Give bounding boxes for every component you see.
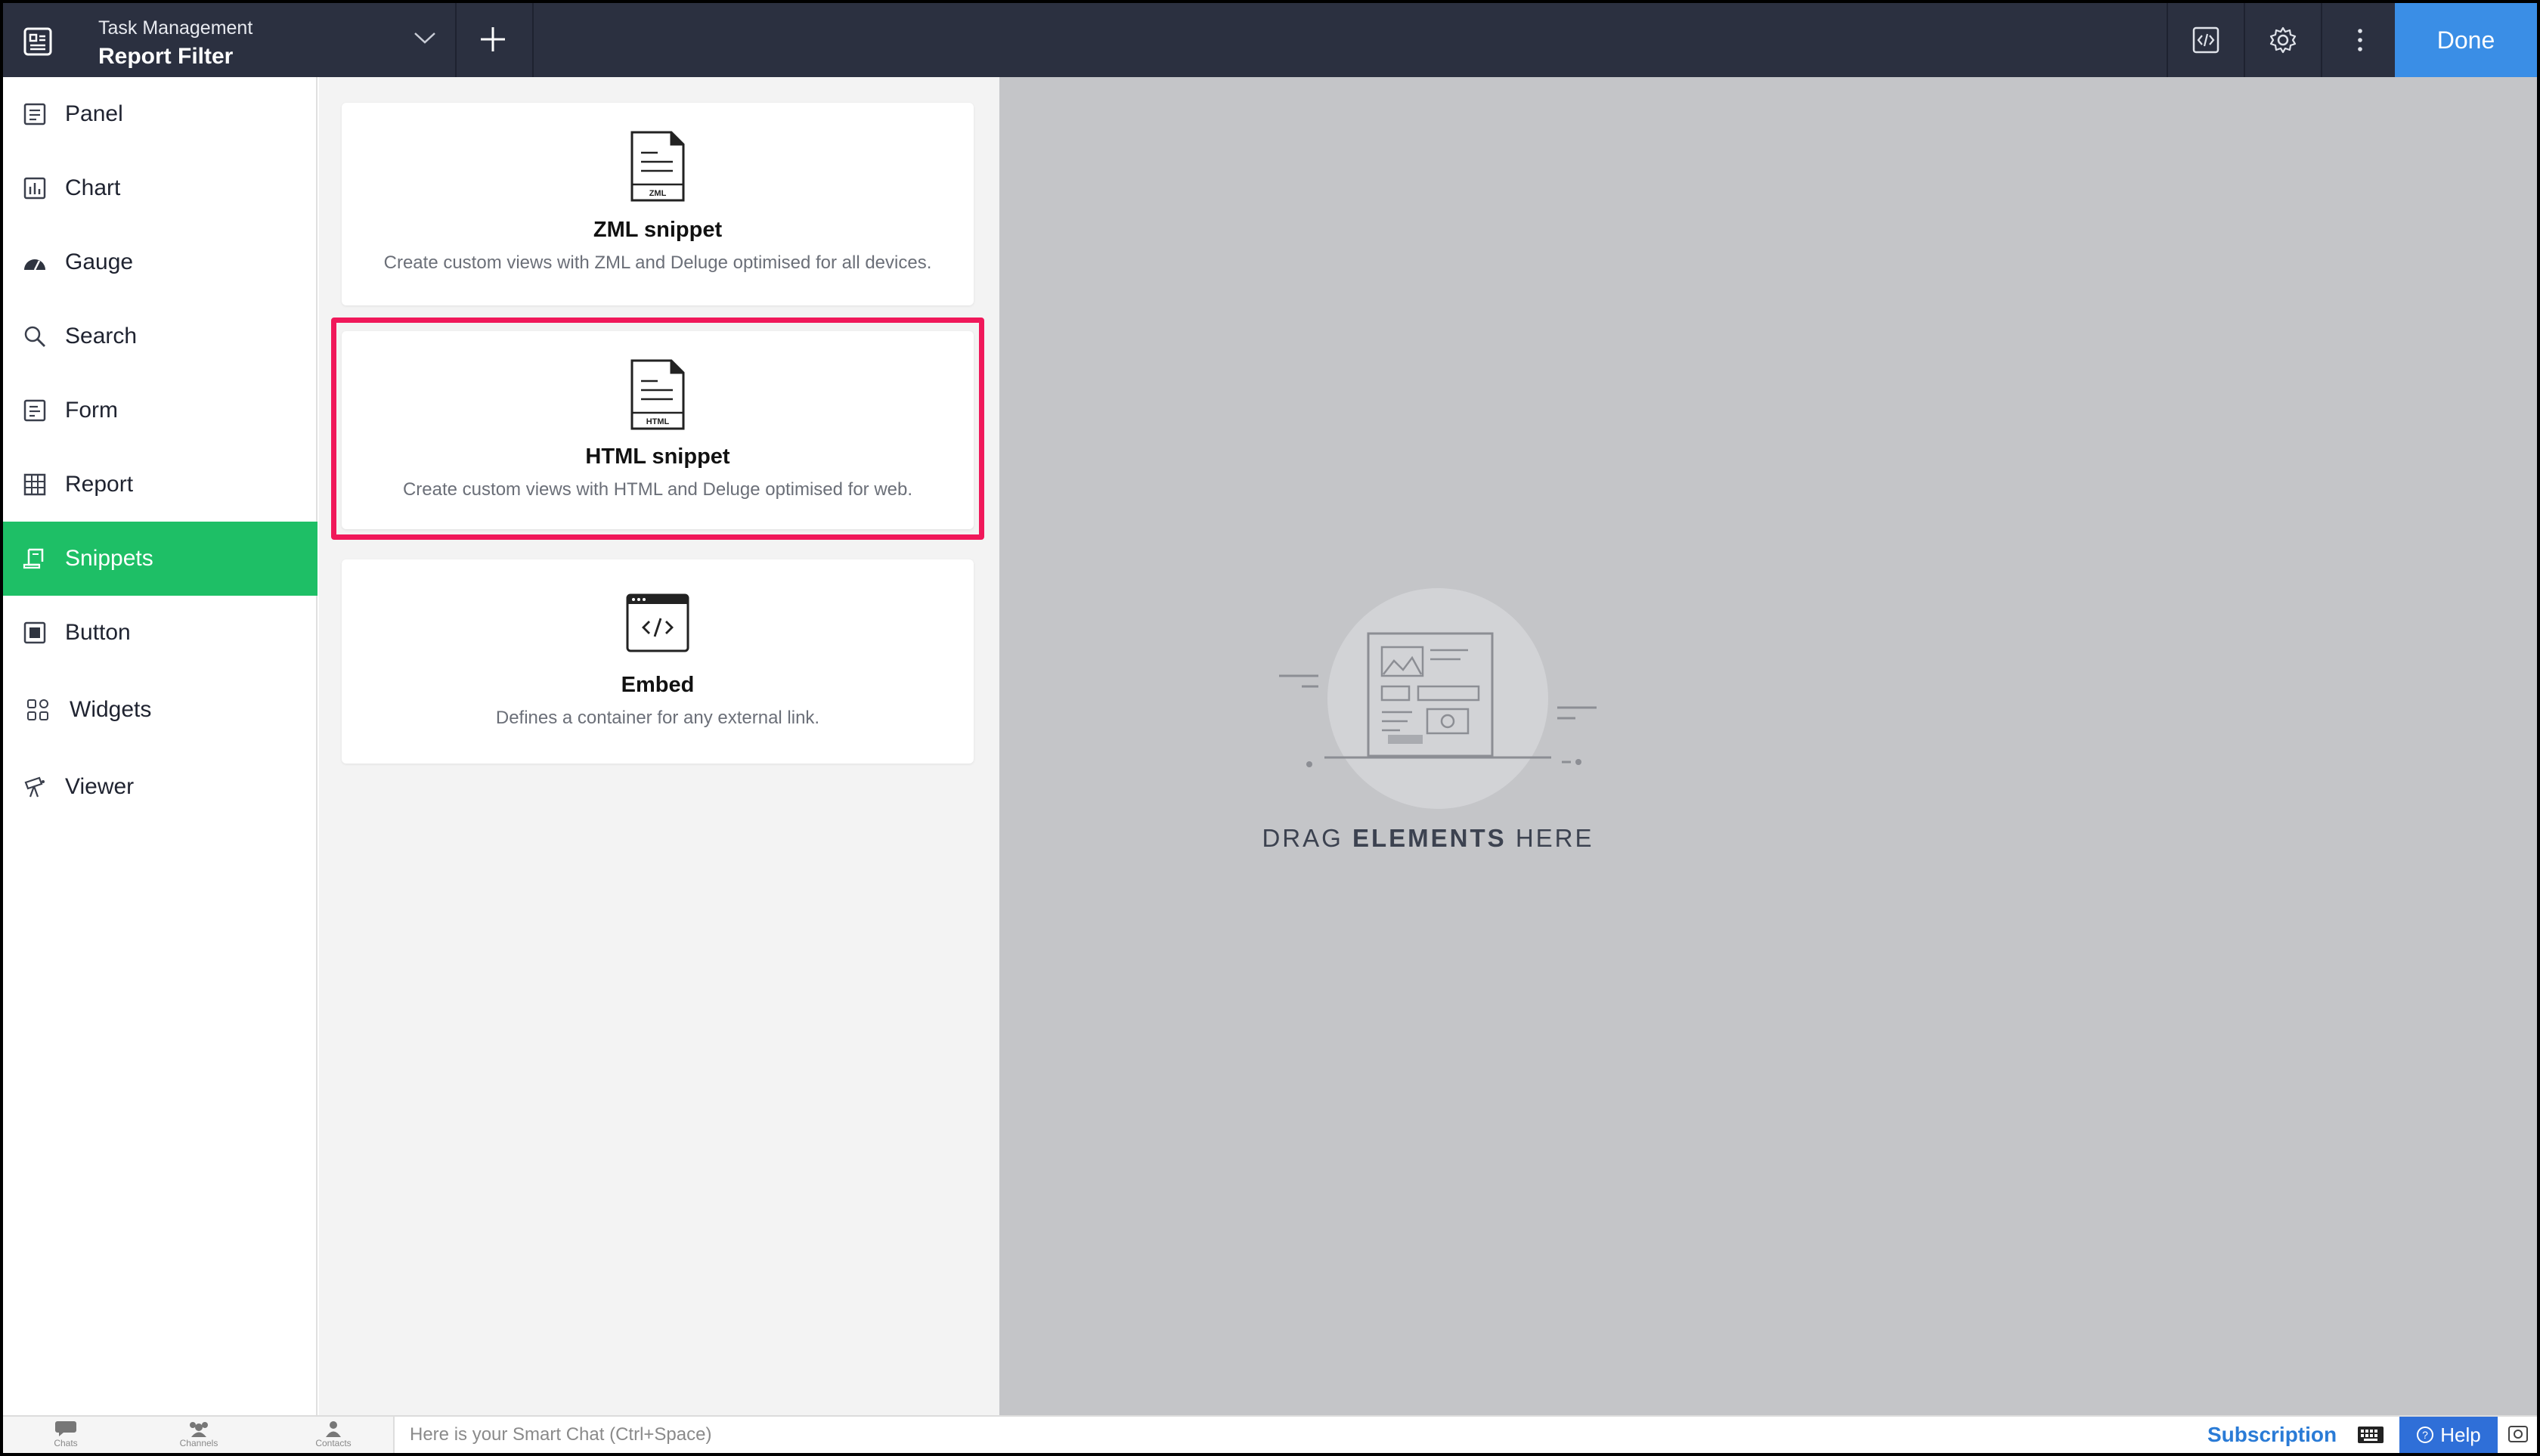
divider <box>2244 3 2245 77</box>
svg-text:?: ? <box>2422 1429 2428 1441</box>
tab-channels[interactable]: Channels <box>165 1420 233 1448</box>
sidebar-item-viewer[interactable]: Viewer <box>3 750 318 824</box>
sidebar-item-label: Report <box>65 472 134 497</box>
tab-label: Channels <box>179 1438 218 1448</box>
divider <box>2167 3 2168 77</box>
app-window: Task Management Report Filter Done Panel… <box>3 3 2537 1453</box>
sidebar-item-label: Gauge <box>65 249 134 274</box>
zml-snippet-card[interactable]: ZML ZML snippet Create custom views with… <box>342 103 974 305</box>
sidebar-item-label: Button <box>65 620 131 645</box>
drag-hint-bold: ELEMENTS <box>1352 824 1507 852</box>
widgets-icon <box>27 699 48 720</box>
divider <box>455 3 457 77</box>
sidebar-item-gauge[interactable]: Gauge <box>3 225 318 299</box>
sidebar-item-label: Search <box>65 324 138 349</box>
contact-icon <box>326 1421 341 1437</box>
channels-icon <box>190 1422 208 1437</box>
more-options-icon[interactable] <box>2345 25 2375 55</box>
bottom-bar: Chats Channels Contacts Here is your Sma… <box>3 1415 2537 1453</box>
app-menu-icon[interactable] <box>23 26 53 57</box>
sidebar-item-form[interactable]: Form <box>3 373 318 448</box>
page-title-group[interactable]: Task Management Report Filter <box>98 17 252 71</box>
sidebar-item-label: Viewer <box>65 774 135 799</box>
add-icon[interactable] <box>479 26 506 53</box>
panel-icon <box>23 103 46 125</box>
zml-file-icon: ZML <box>630 131 685 202</box>
done-button[interactable]: Done <box>2395 3 2537 77</box>
sidebar-item-chart[interactable]: Chart <box>3 151 318 225</box>
drag-placeholder-illustration <box>1279 588 1597 809</box>
drop-canvas[interactable]: DRAG ELEMENTS HERE <box>999 77 2537 1415</box>
chevron-down-icon[interactable] <box>413 30 437 45</box>
top-bar: Task Management Report Filter Done <box>3 3 2537 77</box>
sidebar-item-button[interactable]: Button <box>3 596 318 670</box>
chat-tabs: Chats Channels Contacts <box>3 1417 395 1453</box>
drag-elements-hint: DRAG ELEMENTS HERE <box>999 824 1857 853</box>
feedback-icon[interactable] <box>2507 1423 2529 1445</box>
embed-card[interactable]: Embed Defines a container for any extern… <box>342 559 974 764</box>
highlight-box <box>331 318 984 540</box>
page-title: Report Filter <box>98 44 234 69</box>
embed-code-icon <box>626 593 689 652</box>
chart-icon <box>23 177 46 200</box>
sidebar-item-search[interactable]: Search <box>3 299 318 373</box>
divider <box>2321 3 2322 77</box>
help-icon: ? <box>2417 1427 2434 1443</box>
card-description: Defines a container for any external lin… <box>495 708 820 728</box>
zml-file-label: ZML <box>649 189 667 198</box>
chat-bubble-icon <box>55 1421 76 1436</box>
element-sidebar: Panel Chart Gauge Search Form Report Sni… <box>3 77 318 1415</box>
form-icon <box>23 399 46 422</box>
sidebar-item-snippets[interactable]: Snippets <box>3 522 318 596</box>
sidebar-item-label: Widgets <box>70 697 152 722</box>
subscription-link[interactable]: Subscription <box>2207 1423 2337 1447</box>
sidebar-item-label: Snippets <box>65 546 153 571</box>
keyboard-icon[interactable] <box>2357 1426 2384 1444</box>
gauge-icon <box>24 259 45 271</box>
sidebar-item-report[interactable]: Report <box>3 448 318 522</box>
divider <box>532 3 534 77</box>
gear-icon[interactable] <box>2268 25 2298 55</box>
tab-label: Chats <box>54 1438 78 1448</box>
viewer-icon <box>24 776 45 798</box>
drag-hint-suffix: HERE <box>1506 824 1594 852</box>
drag-hint-prefix: DRAG <box>1262 824 1352 852</box>
sidebar-item-widgets[interactable]: Widgets <box>3 673 318 747</box>
app-name: Task Management <box>98 17 253 39</box>
tab-contacts[interactable]: Contacts <box>299 1420 367 1448</box>
tab-label: Contacts <box>315 1438 352 1448</box>
snippets-panel: ZML ZML snippet Create custom views with… <box>319 77 999 1415</box>
card-title: Embed <box>621 673 695 697</box>
sidebar-item-label: Form <box>65 398 118 423</box>
help-label: Help <box>2440 1423 2481 1446</box>
card-description: Create custom views with ZML and Deluge … <box>383 252 932 273</box>
report-icon <box>23 473 46 496</box>
smart-chat-input[interactable]: Here is your Smart Chat (Ctrl+Space) <box>410 1424 711 1445</box>
button-icon <box>23 621 46 644</box>
snippets-icon <box>23 548 44 569</box>
code-view-icon[interactable] <box>2191 25 2221 55</box>
sidebar-item-label: Chart <box>65 175 121 200</box>
sidebar-item-panel[interactable]: Panel <box>3 77 318 151</box>
help-button[interactable]: ? Help <box>2399 1417 2498 1453</box>
card-title: ZML snippet <box>593 218 723 242</box>
sidebar-item-label: Panel <box>65 101 123 126</box>
tab-chats[interactable]: Chats <box>32 1420 100 1448</box>
search-icon <box>24 326 45 347</box>
